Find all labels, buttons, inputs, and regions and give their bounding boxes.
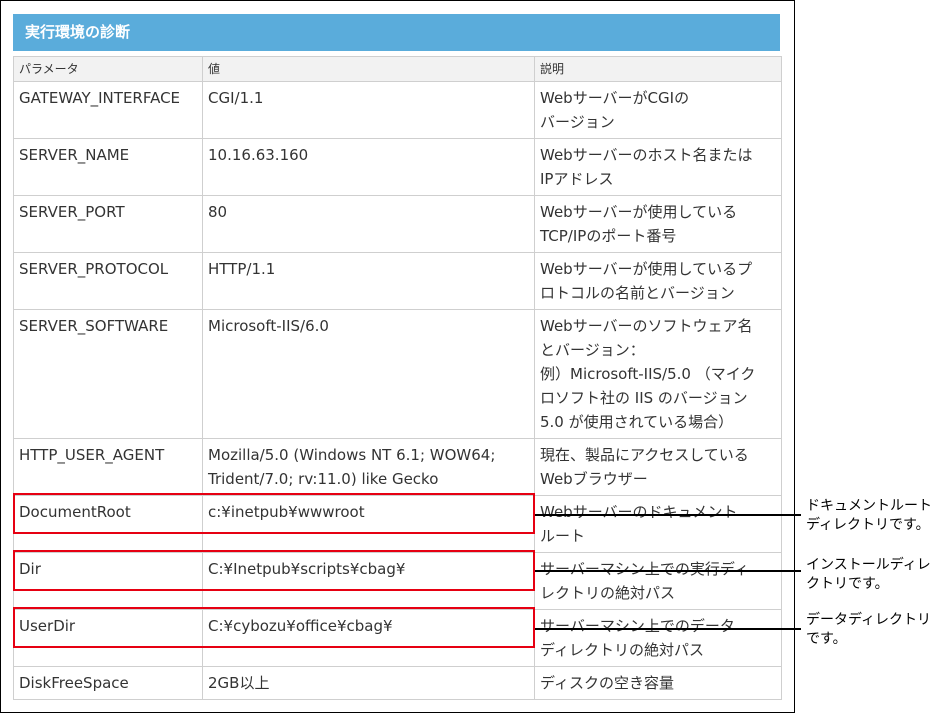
callout-userdir: データディレクトリ です。 (806, 612, 932, 647)
description-cell: Webサーバーのホスト名または IPアドレス (534, 138, 782, 196)
section-title: 実行環境の診断 (13, 14, 780, 51)
value-cell: 10.16.63.160 (202, 138, 535, 196)
description-cell: Webサーバーが使用している TCP/IPのポート番号 (534, 195, 782, 253)
param-cell: SERVER_PROTOCOL (13, 252, 203, 310)
description-cell: サーバーマシン上でのデータ ディレクトリの絶対パス (534, 609, 782, 667)
description-cell: ディスクの空き容量 (534, 666, 782, 700)
table-row: SERVER_PROTOCOL HTTP/1.1 Webサーバーが使用しているプ… (13, 252, 782, 310)
value-cell: 80 (202, 195, 535, 253)
callout-dir: インストールディレ クトリです。 (806, 557, 931, 592)
column-header-value: 値 (202, 56, 535, 82)
table-row: SERVER_PORT 80 Webサーバーが使用している TCP/IPのポート… (13, 195, 782, 253)
value-cell: 2GB以上 (202, 666, 535, 700)
value-cell: Microsoft-IIS/6.0 (202, 309, 535, 439)
param-cell: SERVER_NAME (13, 138, 203, 196)
table-header-row: パラメータ 値 説明 (13, 56, 782, 82)
value-cell: Mozilla/5.0 (Windows NT 6.1; WOW64; Trid… (202, 438, 535, 496)
callout-documentroot: ドキュメントルート ディレクトリです。 (806, 498, 932, 533)
highlight-box-userdir (13, 607, 535, 648)
param-cell: GATEWAY_INTERFACE (13, 81, 203, 139)
description-cell: WebサーバーがCGIの バージョン (534, 81, 782, 139)
table-row: SERVER_NAME 10.16.63.160 Webサーバーのホスト名または… (13, 138, 782, 196)
value-cell: CGI/1.1 (202, 81, 535, 139)
table-row: SERVER_SOFTWARE Microsoft-IIS/6.0 Webサーバ… (13, 309, 782, 439)
value-cell: HTTP/1.1 (202, 252, 535, 310)
param-cell: DiskFreeSpace (13, 666, 203, 700)
description-cell: Webサーバーのソフトウェア名 とバージョン： 例）Microsoft-IIS/… (534, 309, 782, 439)
highlight-box-dir (13, 550, 535, 591)
table-row: DiskFreeSpace 2GB以上 ディスクの空き容量 (13, 666, 782, 700)
highlight-box-documentroot (13, 493, 535, 534)
table-row: GATEWAY_INTERFACE CGI/1.1 WebサーバーがCGIの バ… (13, 81, 782, 139)
callout-line (535, 628, 801, 630)
diagnostics-table: パラメータ 値 説明 GATEWAY_INTERFACE CGI/1.1 Web… (13, 56, 782, 700)
column-header-parameter: パラメータ (13, 56, 203, 82)
description-cell: Webサーバーのドキュメント ルート (534, 495, 782, 553)
param-cell: SERVER_SOFTWARE (13, 309, 203, 439)
description-cell: サーバーマシン上での実行ディ レクトリの絶対パス (534, 552, 782, 610)
description-cell: Webサーバーが使用しているプ ロトコルの名前とバージョン (534, 252, 782, 310)
param-cell: SERVER_PORT (13, 195, 203, 253)
table-row: HTTP_USER_AGENT Mozilla/5.0 (Windows NT … (13, 438, 782, 496)
callout-line (535, 570, 801, 572)
param-cell: HTTP_USER_AGENT (13, 438, 203, 496)
column-header-description: 説明 (534, 56, 782, 82)
description-cell: 現在、製品にアクセスしている Webブラウザー (534, 438, 782, 496)
callout-line (535, 514, 801, 516)
